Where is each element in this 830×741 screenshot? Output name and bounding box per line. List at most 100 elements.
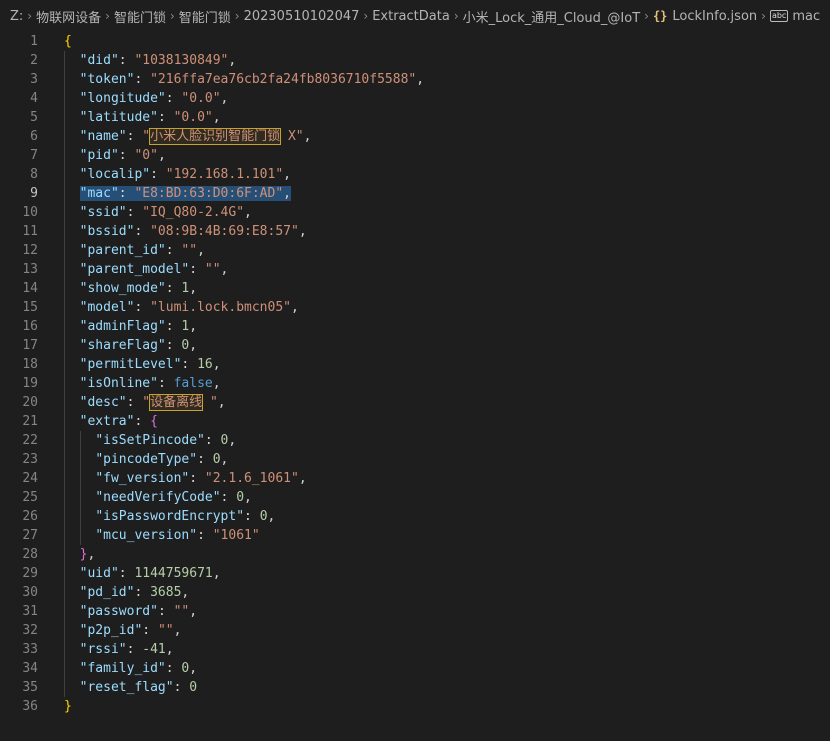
breadcrumb-item[interactable]: 20230510102047 bbox=[244, 9, 360, 24]
colon: : bbox=[220, 490, 237, 505]
code-line[interactable]: 12 "parent_id": "", bbox=[0, 241, 830, 260]
code-line[interactable]: 2 "did": "1038130849", bbox=[0, 51, 830, 70]
json-key: "mcu_version" bbox=[95, 528, 198, 543]
code-line[interactable]: 34 "family_id": 0, bbox=[0, 659, 830, 678]
code-line[interactable]: 1{ bbox=[0, 32, 830, 51]
colon: : bbox=[118, 566, 135, 581]
code-line[interactable]: 3 "token": "216ffa7ea76cb2fa24fb8036710f… bbox=[0, 70, 830, 89]
code-text: "show_mode": 1, bbox=[38, 279, 197, 298]
breadcrumb-item[interactable]: Z: bbox=[10, 9, 23, 24]
code-line[interactable]: 25 "needVerifyCode": 0, bbox=[0, 488, 830, 507]
code-editor[interactable]: 1{2 "did": "1038130849", 3 "token": "216f… bbox=[0, 32, 830, 716]
code-line[interactable]: 28 }, bbox=[0, 545, 830, 564]
comma: , bbox=[197, 243, 205, 258]
indent-guide bbox=[64, 51, 65, 70]
json-key: "isOnline" bbox=[79, 376, 158, 391]
comma: , bbox=[228, 433, 237, 448]
code-text: "family_id": 0, bbox=[38, 659, 197, 678]
line-number: 36 bbox=[22, 699, 38, 714]
json-key: "pid" bbox=[79, 148, 119, 163]
code-line[interactable]: 19 "isOnline": false, bbox=[0, 374, 830, 393]
chevron-right-icon: › bbox=[169, 9, 175, 23]
code-line[interactable]: 26 "isPasswordEncrypt": 0, bbox=[0, 507, 830, 526]
code-line[interactable]: 32 "p2p_id": "", bbox=[0, 621, 830, 640]
indent-guide bbox=[64, 412, 65, 431]
breadcrumb-item[interactable]: 智能门锁 bbox=[114, 7, 166, 26]
code-line[interactable]: 11 "bssid": "08:9B:4B:69:E8:57", bbox=[0, 222, 830, 241]
code-line[interactable]: 7 "pid": "0", bbox=[0, 146, 830, 165]
indent-guide bbox=[64, 146, 65, 165]
json-key: "did" bbox=[79, 53, 119, 68]
code-line[interactable]: 6 "name": "小米人脸识别智能门锁 X", bbox=[0, 127, 830, 146]
code-line[interactable]: 29 "uid": 1144759671, bbox=[0, 564, 830, 583]
json-string-quote: " bbox=[142, 129, 151, 144]
indent-guide bbox=[64, 450, 65, 469]
indent-guide bbox=[80, 507, 81, 526]
comma: , bbox=[303, 129, 312, 144]
indent-guide bbox=[64, 70, 65, 89]
indent-guide bbox=[64, 583, 65, 602]
code-text: }, bbox=[38, 545, 95, 564]
indent-guide bbox=[64, 298, 65, 317]
comma: , bbox=[220, 262, 229, 277]
json-string-value: "IQ_Q80-2.4G" bbox=[142, 205, 245, 220]
colon: : bbox=[204, 433, 221, 448]
code-line[interactable]: 18 "permitLevel": 16, bbox=[0, 355, 830, 374]
comma: , bbox=[283, 186, 291, 201]
code-line[interactable]: 17 "shareFlag": 0, bbox=[0, 336, 830, 355]
code-line[interactable]: 13 "parent_model": "", bbox=[0, 260, 830, 279]
code-line[interactable]: 4 "longitude": "0.0", bbox=[0, 89, 830, 108]
json-number-value: 1144759671 bbox=[134, 566, 213, 581]
code-text: "mac": "E8:BD:63:D0:6F:AD", bbox=[38, 184, 291, 203]
breadcrumb-item[interactable]: ExtractData bbox=[372, 9, 450, 24]
indent-guide bbox=[80, 469, 81, 488]
json-number-value: 0 bbox=[212, 452, 221, 467]
code-line[interactable]: 15 "model": "lumi.lock.bmcn05", bbox=[0, 298, 830, 317]
code-line[interactable]: 16 "adminFlag": 1, bbox=[0, 317, 830, 336]
json-key: "pd_id" bbox=[79, 585, 135, 600]
code-line[interactable]: 33 "rssi": -41, bbox=[0, 640, 830, 659]
comma: , bbox=[228, 53, 237, 68]
breadcrumb-item[interactable]: 小米_Lock_通用_Cloud_@IoT bbox=[463, 7, 641, 26]
code-line[interactable]: 10 "ssid": "IQ_Q80-2.4G", bbox=[0, 203, 830, 222]
code-line[interactable]: 35 "reset_flag": 0 bbox=[0, 678, 830, 697]
indent-guide bbox=[64, 431, 65, 450]
breadcrumb-item[interactable]: LockInfo.json bbox=[672, 9, 757, 24]
code-line[interactable]: 14 "show_mode": 1, bbox=[0, 279, 830, 298]
indent-guide bbox=[64, 488, 65, 507]
code-line[interactable]: 5 "latitude": "0.0", bbox=[0, 108, 830, 127]
line-number: 20 bbox=[22, 395, 38, 410]
code-text: "localip": "192.168.1.101", bbox=[38, 165, 291, 184]
code-line[interactable]: 30 "pd_id": 3685, bbox=[0, 583, 830, 602]
code-line[interactable]: 22 "isSetPincode": 0, bbox=[0, 431, 830, 450]
code-text: "name": "小米人脸识别智能门锁 X", bbox=[38, 127, 311, 146]
code-line[interactable]: 20 "desc": "设备离线 ", bbox=[0, 393, 830, 412]
code-line[interactable]: 27 "mcu_version": "1061" bbox=[0, 526, 830, 545]
breadcrumb-item[interactable]: 智能门锁 bbox=[179, 7, 231, 26]
colon: : bbox=[134, 414, 151, 429]
line-number: 19 bbox=[22, 376, 38, 391]
code-line[interactable]: 21 "extra": { bbox=[0, 412, 830, 431]
code-line[interactable]: 36} bbox=[0, 697, 830, 716]
breadcrumb-item[interactable]: mac bbox=[792, 9, 820, 24]
code-line[interactable]: 23 "pincodeType": 0, bbox=[0, 450, 830, 469]
code-line[interactable]: 24 "fw_version": "2.1.6_1061", bbox=[0, 469, 830, 488]
colon: : bbox=[157, 376, 174, 391]
json-string-value: "1061" bbox=[212, 528, 260, 543]
code-text: "adminFlag": 1, bbox=[38, 317, 197, 336]
chevron-right-icon: › bbox=[644, 9, 649, 23]
line-number: 30 bbox=[22, 585, 38, 600]
json-key: "ssid" bbox=[79, 205, 127, 220]
json-string-value: "0" bbox=[134, 148, 158, 163]
line-number: 31 bbox=[22, 604, 38, 619]
code-line[interactable]: 31 "password": "", bbox=[0, 602, 830, 621]
comma: , bbox=[212, 376, 221, 391]
line-number: 13 bbox=[22, 262, 38, 277]
line-number: 28 bbox=[22, 547, 38, 562]
code-text: "did": "1038130849", bbox=[38, 51, 236, 70]
json-string-value: "E8:BD:63:D0:6F:AD" bbox=[134, 186, 284, 201]
comma: , bbox=[189, 661, 198, 676]
breadcrumb-item[interactable]: 物联网设备 bbox=[36, 7, 101, 26]
code-line[interactable]: 8 "localip": "192.168.1.101", bbox=[0, 165, 830, 184]
code-line[interactable]: 9 "mac": "E8:BD:63:D0:6F:AD", bbox=[0, 184, 830, 203]
